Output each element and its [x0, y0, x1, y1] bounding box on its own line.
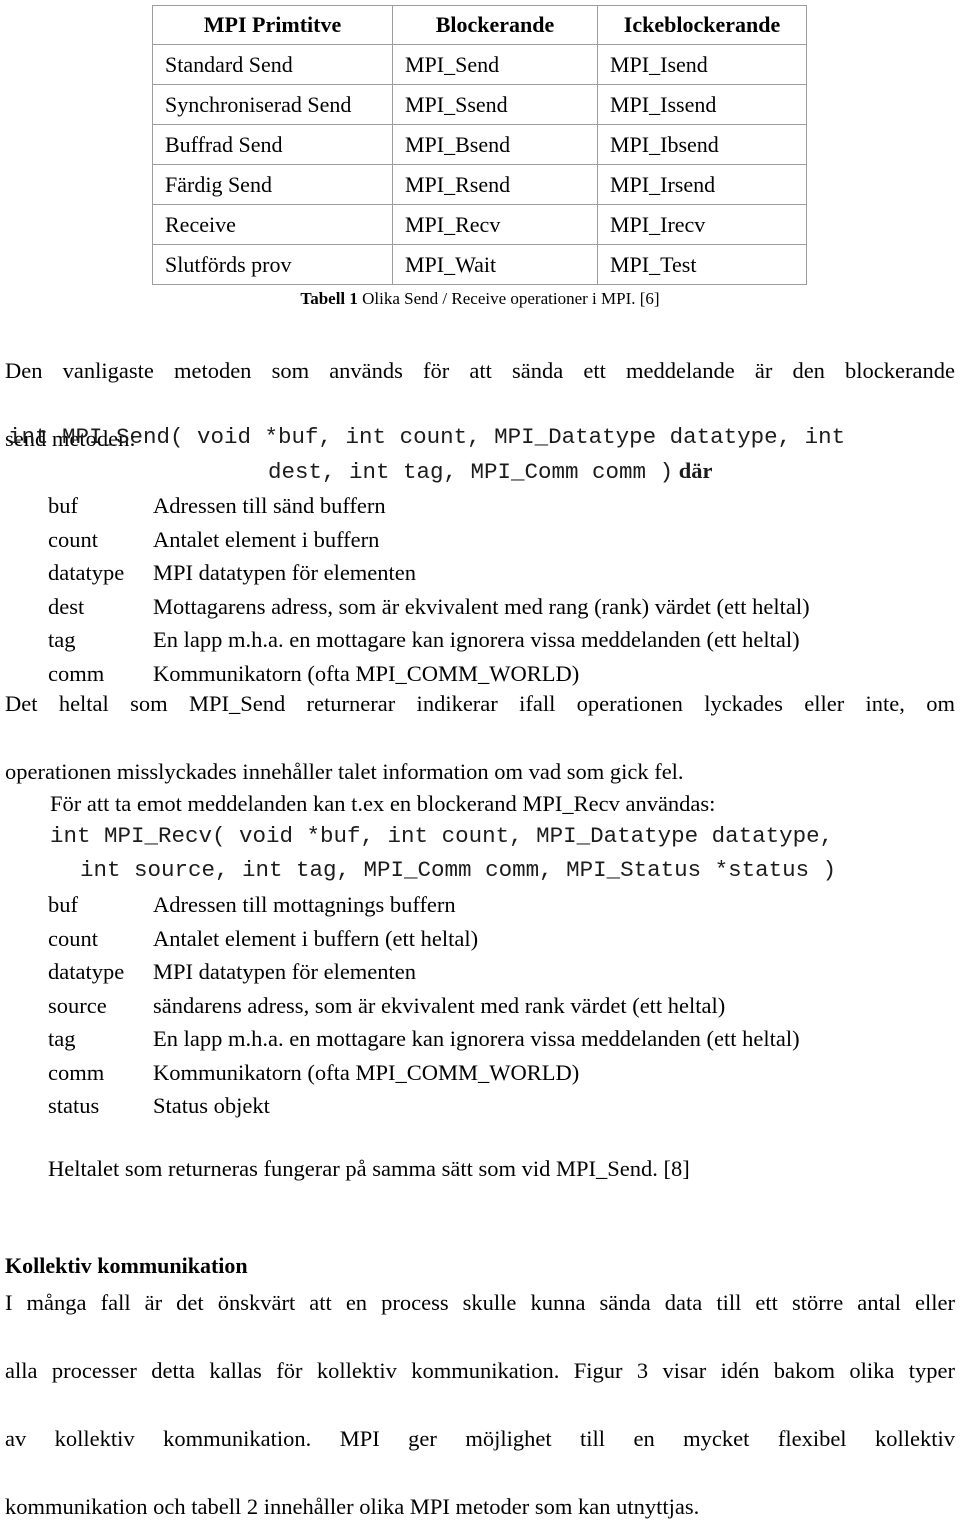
- param-description: Adressen till sänd buffern: [153, 493, 386, 518]
- table-cell-blocking: MPI_Recv: [392, 204, 598, 245]
- list-item: count Antalet element i buffern: [48, 523, 948, 557]
- mpi-send-signature-line-2-code: dest, int tag, MPI_Comm comm ): [268, 459, 674, 485]
- table-cell-primitive: Buffrad Send: [152, 124, 393, 165]
- mpi-operations-table: MPI Primtitve Blockerande Ickeblockerand…: [152, 5, 807, 285]
- param-description: MPI datatypen för elementen: [153, 959, 417, 984]
- list-item: datatype MPI datatypen för elementen: [48, 556, 948, 590]
- table-header-cell-primitive: MPI Primtitve: [152, 5, 393, 45]
- table-header-row: MPI Primtitve Blockerande Ickeblockerand…: [152, 5, 807, 45]
- list-item: buf Adressen till sänd buffern: [48, 489, 948, 523]
- intro-line-1: Den vanligaste metoden som används för a…: [5, 358, 955, 383]
- table-cell-blocking: MPI_Ssend: [392, 84, 598, 125]
- param-description: sändarens adress, som är ekvivalent med …: [153, 992, 726, 1018]
- table-row: Färdig Send MPI_Rsend MPI_Irsend: [152, 164, 807, 205]
- mpi-recv-lead-line: För att ta emot meddelanden kan t.ex en …: [50, 791, 716, 816]
- table-cell-nonblocking: MPI_Test: [597, 244, 807, 285]
- kollektiv-line-3: av kollektiv kommunikation. MPI ger möjl…: [5, 1426, 955, 1451]
- param-description: Kommunikatorn (ofta MPI_COMM_WORLD): [153, 1059, 580, 1085]
- heltalet-line: Heltalet som returneras fungerar på samm…: [48, 1156, 690, 1181]
- param-name: buf: [48, 892, 78, 917]
- table-cell-nonblocking: MPI_Ibsend: [597, 124, 807, 165]
- kollektiv-line-4: kommunikation och tabell 2 innehåller ol…: [5, 1494, 700, 1519]
- table-caption-text: Olika Send / Receive operationer i MPI. …: [357, 289, 660, 308]
- param-name: count: [48, 925, 98, 951]
- list-item: comm Kommunikatorn (ofta MPI_COMM_WORLD): [48, 657, 948, 691]
- table-caption: Tabell 1 Olika Send / Receive operatione…: [0, 288, 960, 310]
- table-cell-primitive: Färdig Send: [152, 164, 393, 205]
- list-item: buf Adressen till mottagnings buffern: [48, 888, 948, 922]
- param-description: En lapp m.h.a. en mottagare kan ignorera…: [153, 627, 800, 652]
- mpi-send-signature-suffix: där: [673, 458, 713, 483]
- list-item: source sändarens adress, som är ekvivale…: [48, 989, 948, 1023]
- list-item: count Antalet element i buffern (ett hel…: [48, 922, 948, 956]
- param-name: source: [48, 992, 107, 1018]
- table-cell-nonblocking: MPI_Isend: [597, 44, 807, 85]
- table-header-cell-blocking: Blockerande: [392, 5, 598, 45]
- table-cell-blocking: MPI_Send: [392, 44, 598, 85]
- param-description: Mottagarens adress, som är ekvivalent me…: [153, 593, 810, 619]
- table-caption-label: Tabell 1: [300, 289, 358, 308]
- table-cell-primitive: Standard Send: [152, 44, 393, 85]
- return-value-line-2: operationen misslyckades innehåller tale…: [5, 759, 684, 784]
- table-row: Buffrad Send MPI_Bsend MPI_Ibsend: [152, 124, 807, 165]
- mpi-recv-lead-paragraph: För att ta emot meddelanden kan t.ex en …: [50, 787, 955, 821]
- param-name: comm: [48, 660, 105, 686]
- list-item: dest Mottagarens adress, som är ekvivale…: [48, 590, 948, 624]
- mpi-send-signature-line-2: dest, int tag, MPI_Comm comm ) där: [268, 454, 712, 489]
- mpi-send-signature-line-1: int MPI_Send( void *buf, int count, MPI_…: [8, 424, 846, 450]
- mpi-recv-parameter-list: buf Adressen till mottagnings buffern co…: [48, 888, 948, 1123]
- list-item: tag En lapp m.h.a. en mottagare kan igno…: [48, 623, 948, 657]
- table-cell-blocking: MPI_Rsend: [392, 164, 598, 205]
- list-item: datatype MPI datatypen för elementen: [48, 955, 948, 989]
- table-cell-nonblocking: MPI_Irsend: [597, 164, 807, 205]
- table-row: Synchroniserad Send MPI_Ssend MPI_Issend: [152, 84, 807, 125]
- param-description: Kommunikatorn (ofta MPI_COMM_WORLD): [153, 660, 580, 686]
- param-description: Antalet element i buffern (ett heltal): [153, 925, 479, 951]
- param-description: MPI datatypen för elementen: [153, 560, 417, 585]
- table-header-cell-nonblocking: Ickeblockerande: [597, 5, 807, 45]
- param-description: En lapp m.h.a. en mottagare kan ignorera…: [153, 1026, 800, 1051]
- list-item: status Status objekt: [48, 1089, 948, 1123]
- param-name: tag: [48, 1026, 76, 1051]
- kollektiv-line-2: alla processer detta kallas för kollekti…: [5, 1358, 955, 1383]
- param-name: datatype: [48, 959, 125, 984]
- return-value-paragraph: Det heltal som MPI_Send returnerar indik…: [5, 687, 955, 789]
- param-description: Antalet element i buffern: [153, 526, 380, 552]
- table-cell-blocking: MPI_Wait: [392, 244, 598, 285]
- param-name: tag: [48, 627, 76, 652]
- table-row: Receive MPI_Recv MPI_Irecv: [152, 204, 807, 245]
- param-name: datatype: [48, 560, 125, 585]
- list-item: comm Kommunikatorn (ofta MPI_COMM_WORLD): [48, 1056, 948, 1090]
- table-row: Slutförds prov MPI_Wait MPI_Test: [152, 244, 807, 285]
- kollektiv-line-1: I många fall är det önskvärt att en proc…: [5, 1290, 955, 1315]
- table-cell-primitive: Slutförds prov: [152, 244, 393, 285]
- param-name: status: [48, 1093, 100, 1118]
- kollektiv-kommunikation-paragraph: I många fall är det önskvärt att en proc…: [5, 1286, 955, 1524]
- param-name: dest: [48, 593, 85, 619]
- list-item: tag En lapp m.h.a. en mottagare kan igno…: [48, 1022, 948, 1056]
- table-cell-blocking: MPI_Bsend: [392, 124, 598, 165]
- mpi-recv-signature-line-1: int MPI_Recv( void *buf, int count, MPI_…: [50, 823, 834, 849]
- return-value-line-1: Det heltal som MPI_Send returnerar indik…: [5, 691, 955, 716]
- param-description: Adressen till mottagnings buffern: [153, 892, 456, 917]
- param-name: count: [48, 526, 98, 552]
- table-cell-nonblocking: MPI_Issend: [597, 84, 807, 125]
- heltalet-paragraph: Heltalet som returneras fungerar på samm…: [48, 1152, 953, 1186]
- mpi-recv-signature-line-2: int source, int tag, MPI_Comm comm, MPI_…: [80, 857, 837, 883]
- param-description: Status objekt: [153, 1093, 270, 1118]
- section-heading-kollektiv-kommunikation: Kollektiv kommunikation: [5, 1253, 248, 1278]
- table-cell-nonblocking: MPI_Irecv: [597, 204, 807, 245]
- table-cell-primitive: Receive: [152, 204, 393, 245]
- param-name: comm: [48, 1059, 105, 1085]
- mpi-operations-table-wrapper: MPI Primtitve Blockerande Ickeblockerand…: [152, 5, 807, 285]
- mpi-send-parameter-list: buf Adressen till sänd buffern count Ant…: [48, 489, 948, 690]
- param-name: buf: [48, 493, 78, 518]
- table-row: Standard Send MPI_Send MPI_Isend: [152, 44, 807, 85]
- table-cell-primitive: Synchroniserad Send: [152, 84, 393, 125]
